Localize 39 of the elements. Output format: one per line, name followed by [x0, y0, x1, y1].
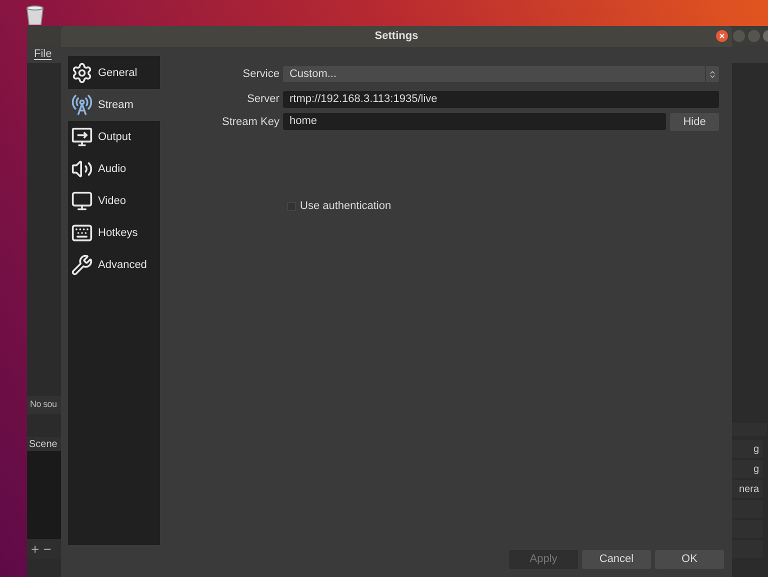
server-field[interactable]: rtmp://192.168.3.113:1935/live — [283, 91, 719, 108]
sidebar-item[interactable]: Stream — [68, 89, 160, 121]
monitor-arrow-icon — [71, 126, 93, 148]
sidebar-item[interactable]: Hotkeys — [68, 217, 160, 249]
scene-tool-button[interactable]: − — [43, 542, 52, 556]
minimize-button[interactable] — [733, 30, 745, 42]
speaker-icon — [71, 158, 93, 180]
sidebar-item[interactable]: Video — [68, 185, 160, 217]
source-item[interactable]: g — [732, 440, 763, 458]
dialog-button[interactable]: OK — [655, 550, 724, 568]
sidebar-item[interactable]: General — [68, 57, 160, 89]
menu-item[interactable]: File — [34, 46, 52, 63]
stream-key-field[interactable]: home — [283, 113, 666, 130]
keyboard-icon — [71, 222, 93, 244]
sidebar-item[interactable]: Advanced — [68, 249, 160, 281]
monitor-icon — [71, 190, 93, 212]
close-icon — [719, 33, 725, 39]
source-item[interactable]: g — [732, 460, 763, 478]
empty-sources-text: No sou — [30, 398, 57, 412]
hide-button[interactable]: Hide — [670, 113, 719, 131]
stream-key-label: Stream Key — [222, 114, 280, 130]
gear-icon — [71, 62, 93, 84]
scene-tool-button[interactable]: + — [31, 542, 40, 556]
scenes-header: Scene — [29, 438, 58, 451]
updown-icon — [708, 70, 717, 78]
close-button[interactable] — [716, 30, 728, 42]
sidebar-item[interactable]: Output — [68, 121, 160, 153]
sidebar-item[interactable]: Audio — [68, 153, 160, 185]
server-label: Server — [246, 92, 280, 108]
maximize-button[interactable] — [748, 30, 760, 42]
service-dropdown[interactable]: Custom... — [283, 66, 719, 82]
checkbox-label: Use authentication — [300, 199, 392, 214]
wrench-icon — [71, 254, 93, 276]
dialog-button[interactable]: Cancel — [582, 550, 651, 568]
window-title: Settings — [374, 29, 418, 44]
service-label: Service — [242, 67, 280, 82]
trash-icon[interactable] — [24, 5, 46, 25]
source-item[interactable]: nera — [732, 480, 763, 498]
radio-tower-icon — [71, 94, 93, 116]
